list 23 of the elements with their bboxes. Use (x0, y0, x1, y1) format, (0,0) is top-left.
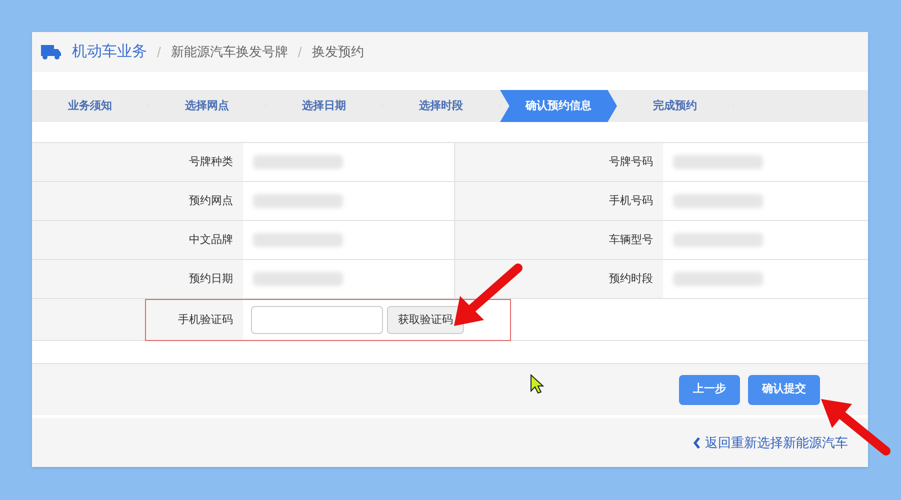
submit-button[interactable]: 确认提交 (748, 374, 820, 404)
field-label: 中文品牌 (32, 221, 243, 259)
field-label: 手机号码 (455, 182, 663, 220)
field-label: 预约日期 (32, 260, 243, 298)
breadcrumb-link[interactable]: 机动车业务 (72, 40, 147, 64)
field-label: 车辆型号 (455, 221, 663, 259)
field-label: 号牌号码 (455, 143, 663, 181)
truck-icon (40, 44, 62, 60)
field-label: 预约网点 (32, 182, 243, 220)
breadcrumb-link[interactable]: 换发预约 (312, 42, 364, 62)
previous-button[interactable]: 上一步 (679, 374, 740, 404)
breadcrumb-link[interactable]: 新能源汽车换发号牌 (170, 42, 288, 62)
cursor-icon (530, 374, 544, 394)
step-tab[interactable]: 确认预约信息 (500, 90, 617, 122)
back-link[interactable]: 返回重新选择新能源汽车 (705, 432, 848, 452)
chevron-left-icon (693, 436, 701, 448)
field-label: 预约时段 (455, 260, 663, 298)
breadcrumb-separator: / (157, 42, 161, 62)
verification-code-input[interactable] (251, 306, 383, 334)
breadcrumb-separator: / (298, 42, 302, 62)
get-code-button[interactable]: 获取验证码 (387, 306, 464, 334)
field-label: 号牌种类 (32, 143, 243, 181)
field-label: 手机验证码 (146, 300, 243, 340)
